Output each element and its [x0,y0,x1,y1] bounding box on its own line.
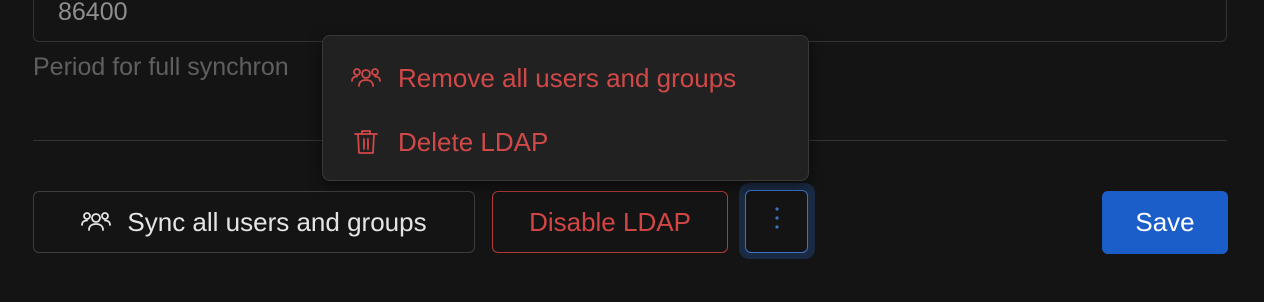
more-vertical-icon [774,205,780,238]
trash-icon [350,128,382,156]
menu-item-delete-ldap-label: Delete LDAP [398,126,549,157]
users-icon [81,209,112,235]
more-actions-menu: Remove all users and groups Delete LDAP [322,35,809,181]
disable-ldap-label: Disable LDAP [529,206,691,237]
sync-period-value[interactable]: 86400 [58,0,128,25]
menu-item-delete-ldap[interactable]: Delete LDAP [350,124,548,160]
sync-all-users-label: Sync all users and groups [127,206,427,237]
users-icon [350,65,382,91]
save-label: Save [1135,207,1195,237]
ldap-settings-page: 86400 Period for full synchron Sync all … [0,0,1264,302]
save-button[interactable]: Save [1102,191,1228,254]
menu-item-remove-all-users[interactable]: Remove all users and groups [350,60,736,96]
disable-ldap-button[interactable]: Disable LDAP [492,191,728,253]
menu-item-remove-all-users-label: Remove all users and groups [398,62,737,93]
more-actions-button[interactable] [745,190,808,253]
sync-period-helper-text: Period for full synchron [33,53,289,81]
sync-all-users-button[interactable]: Sync all users and groups [33,191,475,253]
